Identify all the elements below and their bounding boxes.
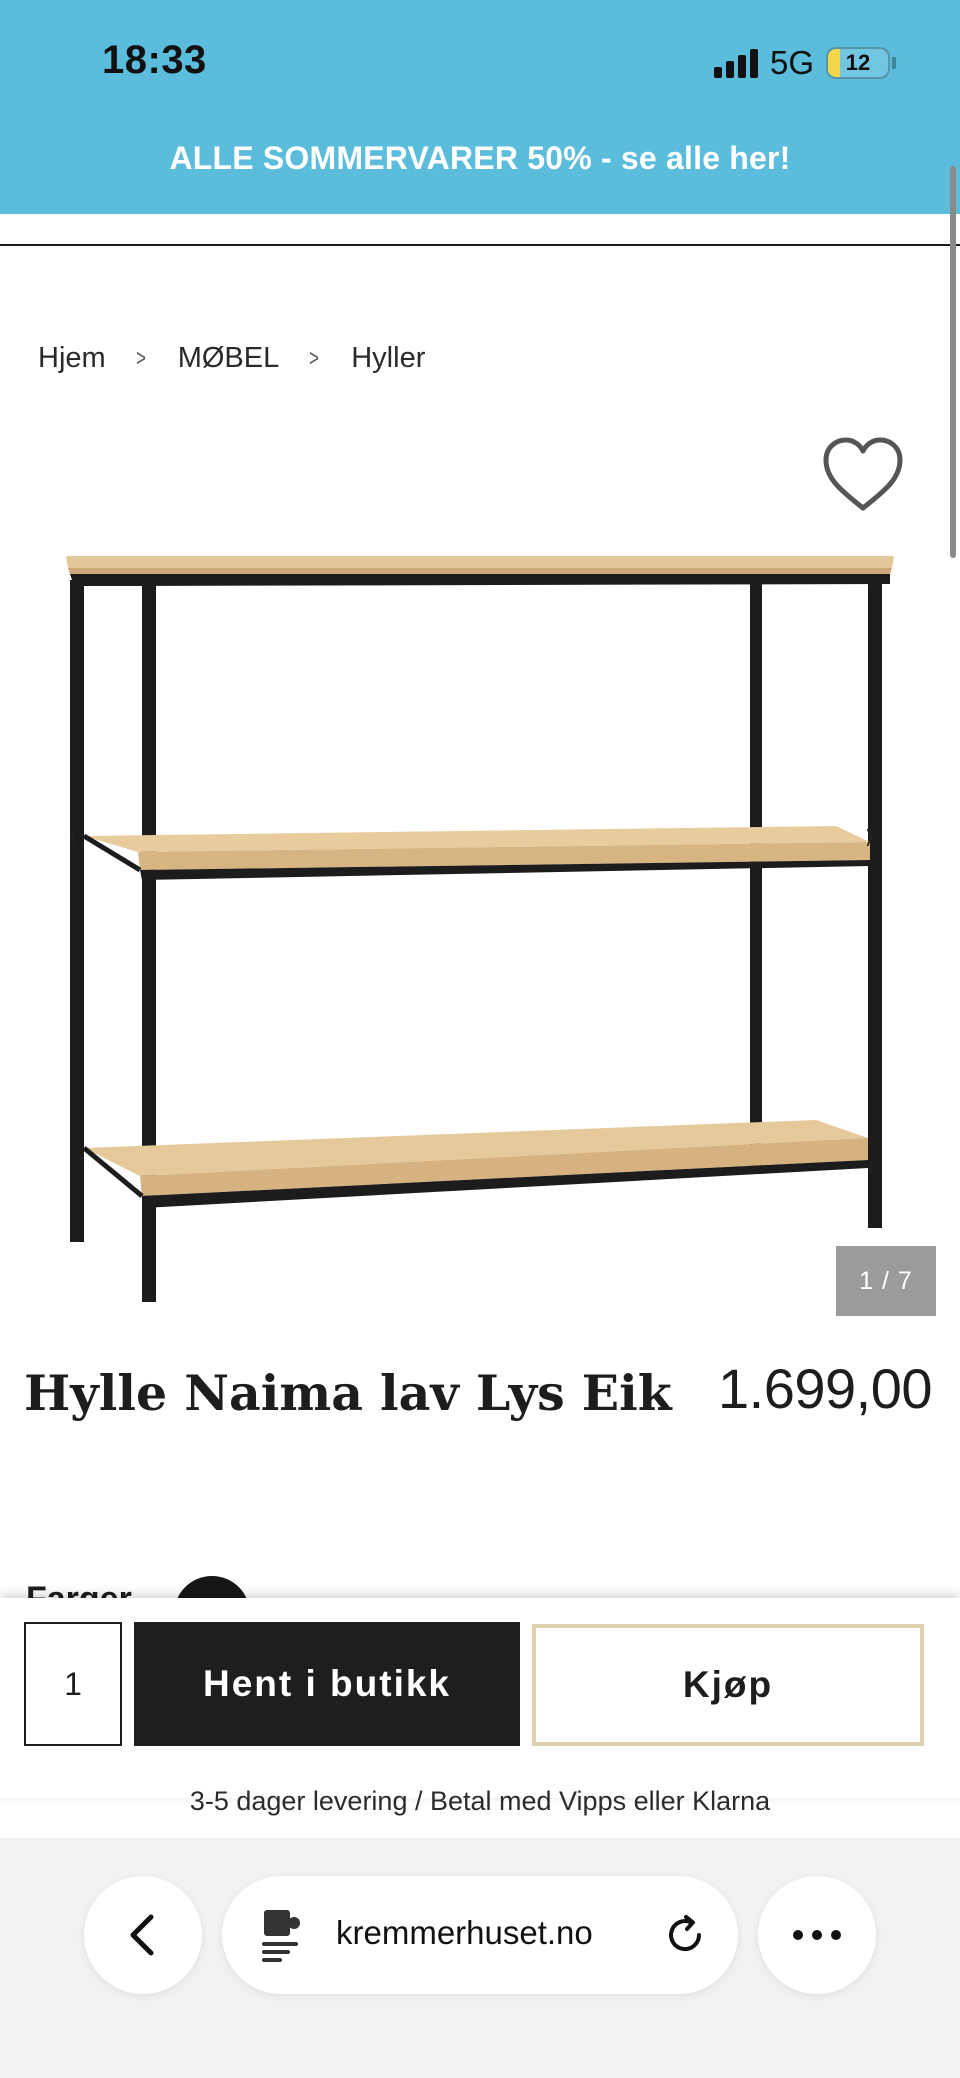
breadcrumb-item-mobel[interactable]: MØBEL — [178, 342, 280, 375]
back-button[interactable] — [84, 1876, 202, 1994]
battery-cap — [892, 57, 896, 69]
gallery-counter: 1 / 7 — [836, 1246, 936, 1316]
browser-toolbar: kremmerhuset.no — [0, 1838, 960, 2078]
battery-level — [828, 49, 840, 77]
network-type: 5G — [769, 44, 814, 81]
address-bar[interactable]: kremmerhuset.no — [222, 1876, 738, 1994]
url-domain: kremmerhuset.no — [336, 1914, 593, 1951]
battery-percentage: 12 — [845, 50, 871, 75]
breadcrumb-item-hyller[interactable]: Hyller — [351, 342, 425, 375]
battery-icon: 12 — [826, 47, 890, 79]
status-indicators: 5G 12 — [713, 44, 896, 82]
reload-icon[interactable] — [662, 1912, 708, 1958]
gallery-next-arrow[interactable]: › — [866, 810, 873, 860]
wishlist-heart-icon[interactable] — [820, 434, 906, 514]
delivery-note: 3-5 dager levering / Betal med Vipps ell… — [189, 1786, 771, 1816]
product-image-shelf — [66, 556, 894, 1302]
site-settings-icon — [262, 1910, 300, 1962]
gallery-prev-arrow[interactable]: ‹ — [70, 810, 77, 860]
page-scrollbar[interactable] — [950, 166, 956, 558]
sticky-buy-bar: 1 Hent i butikk Kjøp — [0, 1598, 960, 1798]
product-image-gallery[interactable] — [56, 524, 908, 1314]
chevron-right-icon: > — [135, 344, 146, 372]
pickup-in-store-button[interactable]: Hent i butikk — [134, 1622, 520, 1746]
product-title: Hylle Naima lav Lys Eik — [24, 1364, 672, 1422]
status-time: 18:33 — [102, 38, 207, 82]
promo-banner-link[interactable]: ALLE SOMMERVARER 50% - se alle her! — [0, 140, 960, 177]
header-divider — [0, 244, 960, 246]
product-price: 1.699,00 — [718, 1357, 932, 1420]
chevron-right-icon: > — [309, 344, 320, 372]
breadcrumb-item-home[interactable]: Hjem — [38, 342, 106, 375]
top-banner: 18:33 5G 12 ALLE SOMMERVARER 50% - se al… — [0, 0, 960, 214]
quantity-field[interactable]: 1 — [24, 1622, 122, 1746]
cellular-signal-icon — [713, 48, 758, 78]
chevron-left-icon — [130, 1914, 154, 1956]
more-options-icon[interactable] — [758, 1876, 876, 1994]
buy-button[interactable]: Kjøp — [532, 1624, 924, 1746]
breadcrumb: Hjem > MØBEL > Hyller — [38, 342, 425, 375]
